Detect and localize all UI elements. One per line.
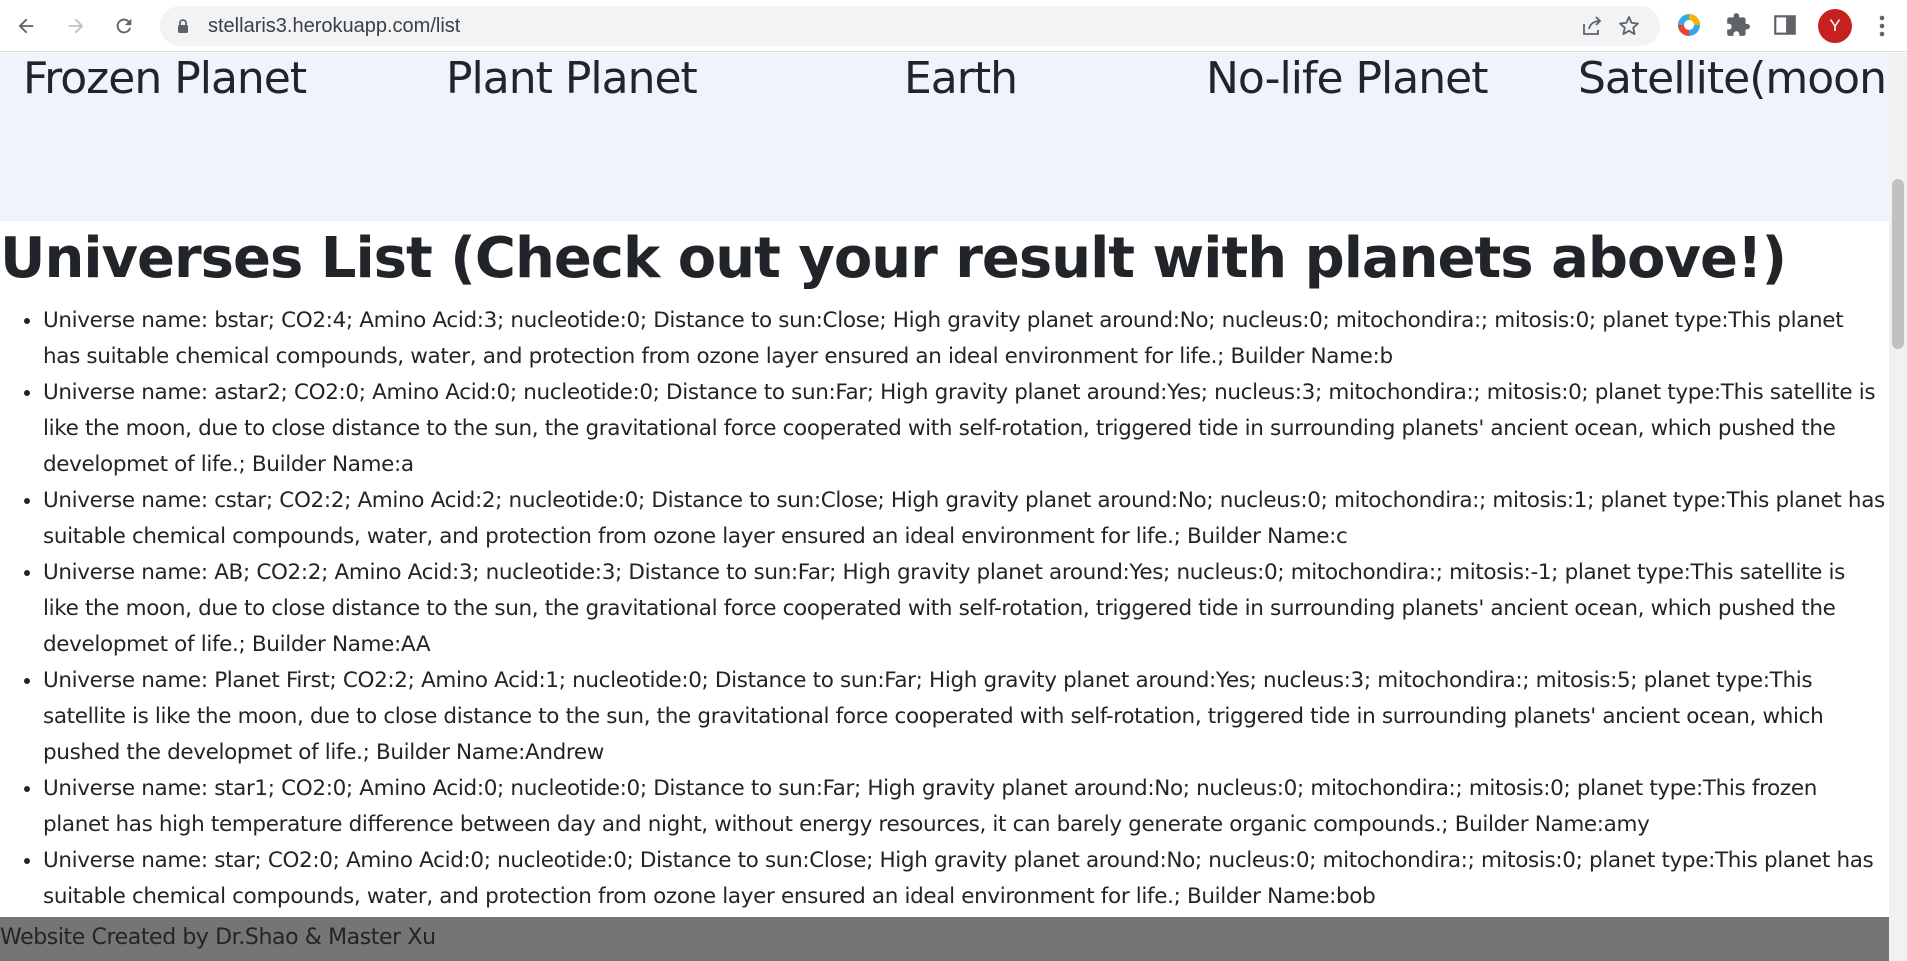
- side-panel-icon[interactable]: [1772, 12, 1798, 38]
- list-item: Universe name: Planet First; CO2:2; Amin…: [43, 663, 1885, 771]
- planet-earth: Earth: [904, 53, 1018, 104]
- extension-icon[interactable]: [1676, 12, 1702, 38]
- planet-plant: Plant Planet: [446, 53, 698, 104]
- reload-icon[interactable]: [108, 10, 140, 42]
- share-icon[interactable]: [1580, 14, 1604, 38]
- planet-no-life: No-life Planet: [1206, 53, 1488, 104]
- lock-icon[interactable]: [175, 18, 191, 34]
- universe-list: Universe name: bstar; CO2:4; Amino Acid:…: [0, 303, 1885, 915]
- planet-frozen: Frozen Planet: [23, 53, 307, 104]
- back-arrow-icon[interactable]: [10, 10, 42, 42]
- list-item: Universe name: star1; CO2:0; Amino Acid:…: [43, 771, 1885, 843]
- bookmark-star-icon[interactable]: [1617, 14, 1641, 38]
- puzzle-piece-icon[interactable]: [1725, 12, 1751, 38]
- list-item: Universe name: star; CO2:0; Amino Acid:0…: [43, 843, 1885, 915]
- list-item: Universe name: astar2; CO2:0; Amino Acid…: [43, 375, 1885, 483]
- list-item: Universe name: cstar; CO2:2; Amino Acid:…: [43, 483, 1885, 555]
- profile-avatar[interactable]: Y: [1818, 9, 1852, 43]
- list-item: Universe name: bstar; CO2:4; Amino Acid:…: [43, 303, 1885, 375]
- scrollbar-thumb[interactable]: [1892, 179, 1904, 349]
- address-bar[interactable]: stellaris3.herokuapp.com/list: [160, 6, 1660, 46]
- url-text[interactable]: stellaris3.herokuapp.com/list: [208, 6, 460, 46]
- forward-arrow-icon[interactable]: [60, 10, 92, 42]
- list-item: Universe name: AB; CO2:2; Amino Acid:3; …: [43, 555, 1885, 663]
- planet-type-bar: Frozen Planet Plant Planet Earth No-life…: [0, 53, 1889, 221]
- site-footer: Website Created by Dr.Shao & Master Xu: [0, 917, 1889, 961]
- page-viewport: Frozen Planet Plant Planet Earth No-life…: [0, 53, 1889, 961]
- planet-satellite: Satellite(moon): [1578, 53, 1889, 104]
- page-scrollbar[interactable]: [1889, 53, 1907, 961]
- kebab-menu-icon[interactable]: [1872, 12, 1892, 40]
- browser-toolbar: stellaris3.herokuapp.com/list Y: [0, 0, 1907, 52]
- page-title: Universes List (Check out your result wi…: [0, 226, 1787, 291]
